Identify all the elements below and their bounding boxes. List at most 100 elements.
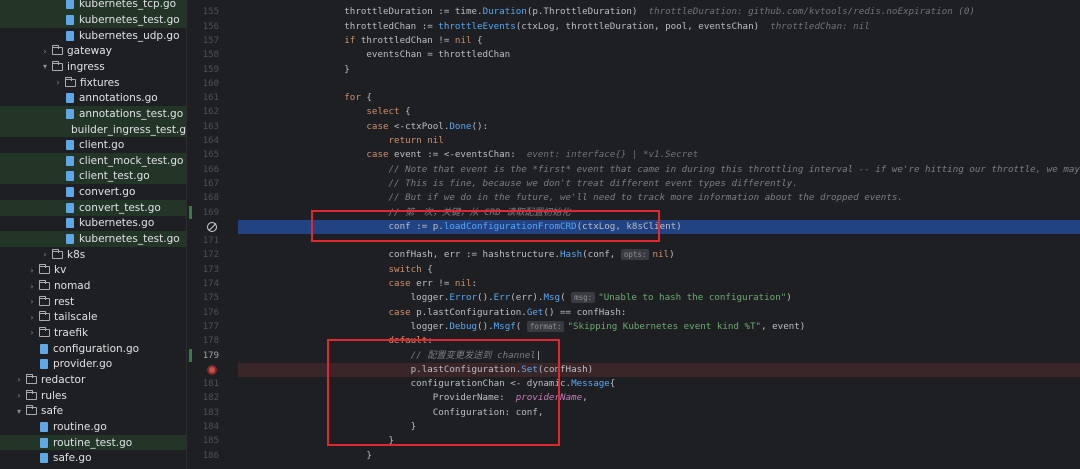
tree-file[interactable]: routine_test.go [0,434,186,451]
code-line[interactable]: case <-ctxPool.Done(): [238,120,1080,134]
tree-folder[interactable]: › k8s [0,247,186,263]
editor-gutter[interactable]: 155 156 157 158 159 160 161 162 163 164 165 166 167 1… [186,0,238,469]
tree-file[interactable]: annotations_test.go [0,106,186,122]
chevron-right-icon[interactable]: › [26,297,38,306]
code-line[interactable]: } [238,434,1080,448]
tree-folder[interactable]: › gateway [0,43,186,59]
line-number[interactable]: 166 [191,163,219,177]
tree-file[interactable]: client.go [0,137,186,153]
disabled-breakpoint-icon[interactable] [207,222,217,232]
chevron-right-icon[interactable]: › [39,47,51,56]
line-number[interactable]: 185 [191,434,219,448]
line-number[interactable]: 183 [191,406,219,420]
tree-folder[interactable]: › tailscale [0,310,186,326]
code-line[interactable]: logger.Debug().Msgf( format: "Skipping Ku… [238,320,1080,334]
line-number[interactable]: 155 [191,5,219,19]
code-line[interactable]: // But if we do in the future, we'll nee… [238,191,1080,205]
tree-folder[interactable]: › rest [0,294,186,310]
code-line[interactable]: case event := <-eventsChan: event: inter… [238,148,1080,162]
tree-folder[interactable]: ▾ ingress [0,59,186,75]
line-number[interactable]: 162 [191,105,219,119]
code-line[interactable]: // 第一次，关键，从 CRD 读取配置初始化 [238,206,1080,220]
chevron-right-icon[interactable]: › [26,313,38,322]
tree-folder[interactable]: › traefik [0,325,186,341]
line-number[interactable]: 157 [191,34,219,48]
code-line[interactable]: throttledChan := throttleEvents(ctxLog, … [238,20,1080,34]
code-line[interactable]: logger.Error().Err(err).Msg( msg: "Unable… [238,291,1080,305]
tree-folder[interactable]: › kv [0,263,186,279]
tree-file[interactable]: convert.go [0,184,186,200]
code-line[interactable]: // 配置变更发送到 channel| [238,349,1080,363]
chevron-right-icon[interactable]: › [39,250,51,259]
line-number[interactable]: 169 [191,206,219,220]
code-line[interactable]: p.lastConfiguration.Set(confHash) [238,362,1080,378]
line-number[interactable]: 171 [191,234,219,248]
line-number[interactable]: 165 [191,148,219,162]
tree-file[interactable]: configuration.go [0,341,186,357]
tree-file[interactable]: safe.go [0,450,186,466]
line-number[interactable]: 179 [191,349,219,363]
code-line[interactable]: case p.lastConfiguration.Get() == confHa… [238,306,1080,320]
chevron-right-icon[interactable]: › [26,282,38,291]
code-line[interactable]: default: [238,334,1080,348]
project-tree[interactable]: kubernetes_tcp.go kubernetes_test.go kuber… [0,0,186,469]
tree-file[interactable]: kubernetes_udp.go [0,28,186,44]
tree-file[interactable]: kubernetes.go [0,216,186,232]
chevron-down-icon[interactable]: ▾ [39,62,51,71]
line-number[interactable]: 174 [191,277,219,291]
tree-file[interactable]: convert_test.go [0,199,186,216]
chevron-right-icon[interactable]: › [52,78,64,87]
code-line[interactable]: } [238,420,1080,434]
tree-folder[interactable]: ▾ safe [0,403,186,419]
line-number[interactable]: 160 [191,77,219,91]
code-line[interactable]: return nil [238,134,1080,148]
code-line[interactable]: for { [238,91,1080,105]
line-number[interactable]: 175 [191,291,219,305]
line-number[interactable]: 156 [191,20,219,34]
tree-file[interactable]: kubernetes_test.go [0,12,186,28]
code-line[interactable]: // This is fine, because we don't treat … [238,177,1080,191]
code-line[interactable]: throttleDuration := time.Duration(p.Thro… [238,5,1080,19]
line-number[interactable]: 168 [191,191,219,205]
line-number[interactable]: 167 [191,177,219,191]
breakpoint-icon[interactable] [207,365,217,375]
chevron-right-icon[interactable]: › [26,328,38,337]
code-line[interactable] [238,77,1080,91]
code-line[interactable]: } [238,449,1080,463]
tree-file[interactable]: annotations.go [0,90,186,106]
code-line[interactable]: eventsChan = throttledChan [238,48,1080,62]
line-number[interactable]: 177 [191,320,219,334]
code-line[interactable]: ProviderName: providerName, [238,391,1080,405]
code-editor[interactable]: } } } Configuration: conf, ProviderName:… [238,0,1080,469]
code-line[interactable] [238,234,1080,248]
line-number[interactable]: 178 [191,334,219,348]
chevron-right-icon[interactable]: › [26,266,38,275]
line-number[interactable]: 172 [191,248,219,262]
line-number[interactable]: 161 [191,91,219,105]
code-line[interactable]: case err != nil: [238,277,1080,291]
line-number[interactable]: 181 [191,377,219,391]
tree-file[interactable]: provider.go [0,356,186,372]
chevron-right-icon[interactable]: › [13,391,25,400]
tree-file[interactable]: routine.go [0,419,186,435]
line-number[interactable]: 176 [191,306,219,320]
tree-folder[interactable]: › redactor [0,372,186,388]
code-line[interactable]: } [238,63,1080,77]
code-line[interactable]: conf := p.loadConfigurationFromCRD(ctxLo… [238,219,1080,235]
code-line[interactable]: // Note that event is the *first* event … [238,163,1080,177]
line-number[interactable]: 159 [191,63,219,77]
code-line[interactable]: switch { [238,263,1080,277]
tree-folder[interactable]: › rules [0,388,186,404]
line-number[interactable]: 186 [191,449,219,463]
tree-file[interactable]: client_mock_test.go [0,153,186,169]
code-line[interactable]: select { [238,105,1080,119]
code-line[interactable]: Configuration: conf, [238,406,1080,420]
line-number[interactable]: 184 [191,420,219,434]
line-number[interactable]: 182 [191,391,219,405]
tree-file[interactable]: kubernetes_test.go [0,231,186,247]
line-number[interactable]: 158 [191,48,219,62]
chevron-down-icon[interactable]: ▾ [13,407,25,416]
code-line[interactable]: confHash, err := hashstructure.Hash(conf… [238,248,1080,262]
line-number[interactable]: 163 [191,120,219,134]
tree-file[interactable]: kubernetes_tcp.go [0,0,186,13]
